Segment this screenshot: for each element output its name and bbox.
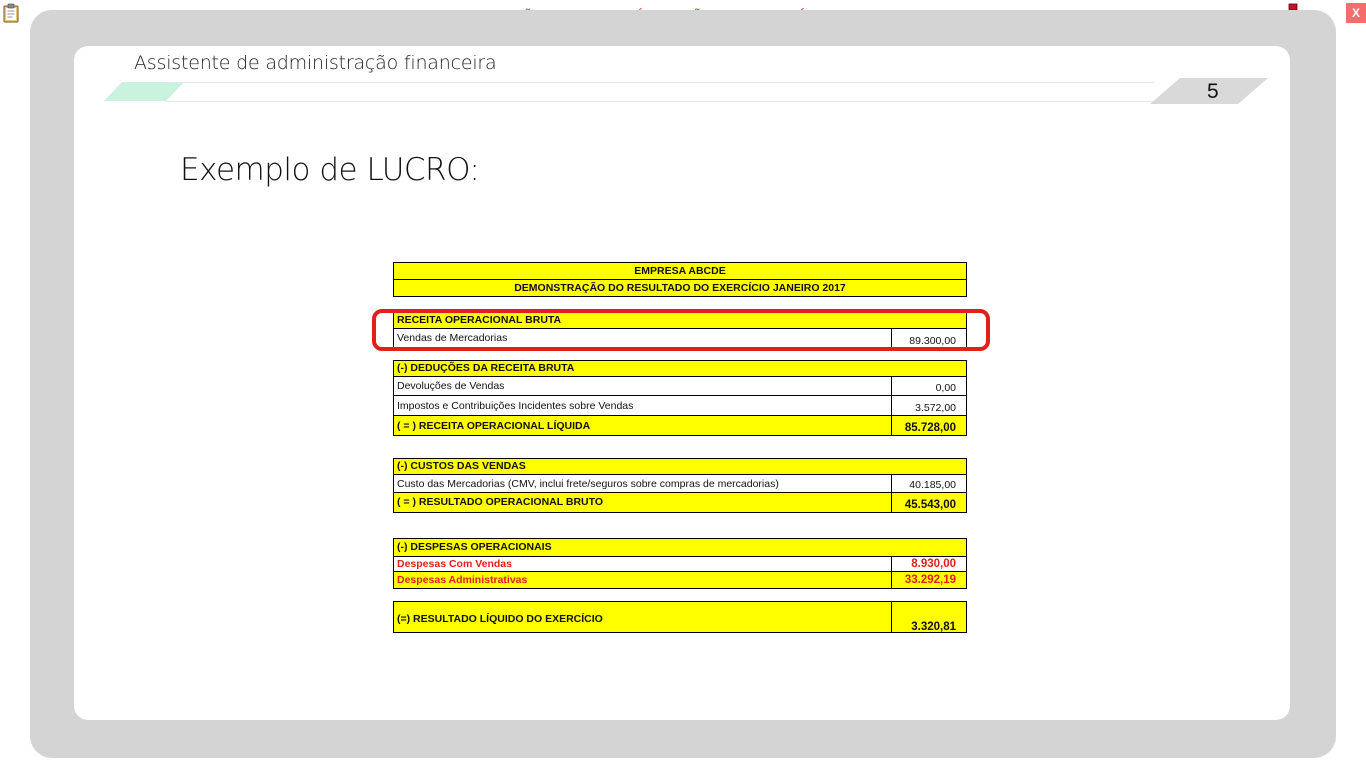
row-label: ( = ) RESULTADO OPERACIONAL BRUTO [397,496,604,508]
row-value: 45.543,00 [891,492,967,513]
table-row: Impostos e Contribuições Incidentes sobr… [393,395,967,416]
close-button[interactable]: X [1346,3,1366,23]
row-label: Despesas Administrativas [397,574,528,586]
table-row: (=) RESULTADO LÍQUIDO DO EXERCÍCIO 3.320… [393,601,967,633]
slide-title: Exemplo de LUCRO: [180,152,480,188]
table-row: Despesas Administrativas 33.292,19 [393,571,967,589]
clipboard-icon[interactable] [3,3,19,23]
table-row: (-) CUSTOS DAS VENDAS [393,458,967,475]
row-value: 33.292,19 [891,571,967,589]
row-value: 85.728,00 [891,415,967,436]
row-value: 3.572,00 [891,395,967,416]
row-value: 3.320,81 [891,601,967,633]
header-divider [104,82,1154,102]
row-value: 40.185,00 [891,474,967,493]
table-row: ( = ) RECEITA OPERACIONAL LÍQUIDA 85.728… [393,415,967,436]
statement-title: DEMONSTRAÇÃO DO RESULTADO DO EXERCÍCIO J… [514,282,846,294]
row-label: Devoluções de Vendas [397,380,505,392]
row-label: (-) DEDUÇÕES DA RECEITA BRUTA [397,362,575,374]
row-value: 0,00 [891,376,967,396]
table-row: Custo das Mercadorias (CMV, inclui frete… [393,474,967,493]
table-row: Devoluções de Vendas 0,00 [393,376,967,396]
company-row: EMPRESA ABCDE [393,262,967,280]
row-label: Despesas Com Vendas [397,558,512,570]
row-label: Impostos e Contribuições Incidentes sobr… [397,400,634,412]
statement-title-row: DEMONSTRAÇÃO DO RESULTADO DO EXERCÍCIO J… [393,279,967,297]
company-name: EMPRESA ABCDE [634,265,726,277]
row-value: 8.930,00 [891,556,967,572]
row-label: ( = ) RECEITA OPERACIONAL LÍQUIDA [397,420,591,432]
table-row: ( = ) RESULTADO OPERACIONAL BRUTO 45.543… [393,492,967,513]
table-row: (-) DESPESAS OPERACIONAIS [393,538,967,557]
page-number: 5 [1207,80,1219,103]
row-label: Custo das Mercadorias (CMV, inclui frete… [397,478,779,490]
row-label: (-) DESPESAS OPERACIONAIS [397,541,552,553]
highlight-callout [372,309,990,351]
table-row: Despesas Com Vendas 8.930,00 [393,556,967,572]
header-title: Assistente de administração financeira [134,52,497,74]
row-label: (=) RESULTADO LÍQUIDO DO EXERCÍCIO [397,613,603,625]
table-row: (-) DEDUÇÕES DA RECEITA BRUTA [393,360,967,377]
row-label: (-) CUSTOS DAS VENDAS [397,460,526,472]
